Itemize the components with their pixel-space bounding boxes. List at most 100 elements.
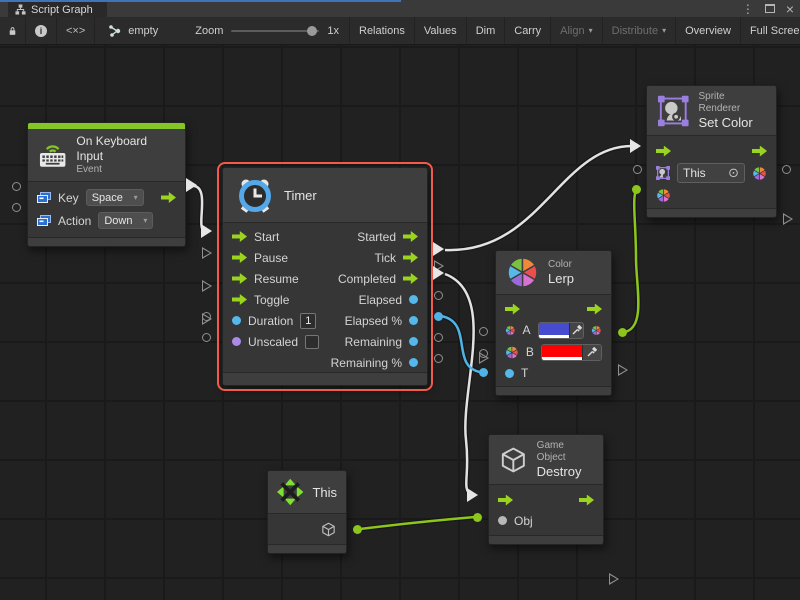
destroy-flow-in-arrow[interactable] — [498, 495, 513, 506]
carry-button[interactable]: Carry — [505, 17, 551, 44]
color-a-field[interactable] — [538, 322, 585, 339]
port-timer-duration-in[interactable] — [202, 312, 211, 321]
eyedropper-icon[interactable] — [569, 323, 584, 338]
port-timer-start-in[interactable] — [201, 224, 212, 238]
elapsed-port-dot[interactable] — [409, 295, 418, 304]
port-lerp-flow-out[interactable] — [618, 364, 628, 376]
port-action-default[interactable] — [12, 203, 21, 212]
node-destroy[interactable]: Game Object Destroy Obj — [488, 434, 604, 545]
port-timer-unscaled-in[interactable] — [202, 333, 211, 342]
kb-trigger-arrow[interactable] — [161, 192, 176, 203]
remaining-port-dot[interactable] — [409, 337, 418, 346]
fullscreen-button[interactable]: Full Screen — [741, 17, 800, 44]
tick-flow-arrow[interactable] — [403, 252, 418, 263]
setcolor-value-port[interactable] — [752, 166, 767, 181]
window-menu-icon[interactable]: ⋮ — [742, 2, 754, 16]
completed-flow-arrow[interactable] — [403, 273, 418, 284]
port-this-out[interactable] — [353, 525, 362, 534]
toggle-flow-arrow[interactable] — [232, 294, 247, 305]
port-setcolor-flow-in[interactable] — [630, 139, 641, 153]
duration-port-dot[interactable] — [232, 316, 241, 325]
color-b-swatch[interactable] — [542, 345, 582, 360]
color-input-port[interactable] — [656, 188, 671, 203]
port-timer-elapsed-out[interactable] — [434, 291, 443, 300]
node-header[interactable]: Sprite Renderer Set Color — [647, 86, 776, 136]
this-self-icon — [277, 478, 303, 506]
align-button[interactable]: Align▾ — [551, 17, 602, 44]
port-lerp-a-in[interactable] — [479, 327, 488, 336]
node-header[interactable]: This — [268, 471, 346, 514]
port-setcolor-flow-out[interactable] — [783, 213, 793, 225]
lerp-flow-in-arrow[interactable] — [505, 304, 520, 315]
target-field[interactable]: This ⊙ — [677, 163, 745, 183]
action-dropdown[interactable]: Down ▾ — [98, 212, 153, 229]
port-lerp-t-in[interactable] — [479, 368, 488, 377]
port-destroy-obj-in[interactable] — [473, 513, 482, 522]
node-set-color[interactable]: Sprite Renderer Set Color This ⊙ — [646, 85, 777, 218]
resume-flow-arrow[interactable] — [232, 273, 247, 284]
port-kb-trigger-out[interactable] — [186, 178, 197, 192]
port-setcolor-color-in[interactable] — [632, 185, 641, 194]
game-object-cube-icon — [499, 445, 528, 475]
start-flow-arrow[interactable] — [232, 231, 247, 242]
lerp-flow-out-arrow[interactable] — [587, 304, 602, 315]
node-header[interactable]: Timer — [223, 168, 427, 223]
overview-button[interactable]: Overview — [676, 17, 741, 44]
port-timer-remaining-out[interactable] — [434, 333, 443, 342]
lock-icon — [9, 25, 16, 37]
zoom-slider-handle[interactable] — [307, 26, 317, 36]
port-destroy-flow-out[interactable] — [609, 573, 619, 585]
color-a-swatch[interactable] — [539, 323, 569, 338]
port-timer-pause-in[interactable] — [202, 247, 212, 259]
obj-port-dot[interactable] — [498, 516, 507, 525]
key-dropdown[interactable]: Space ▾ — [86, 189, 144, 206]
port-setcolor-value-out[interactable] — [782, 165, 791, 174]
node-color-lerp[interactable]: Color Lerp A B T — [495, 250, 612, 396]
port-lerp-b-in[interactable] — [479, 349, 488, 358]
port-key-default[interactable] — [12, 182, 21, 191]
duration-label: Duration — [248, 314, 293, 328]
this-output-port[interactable] — [320, 521, 337, 538]
color-b-field[interactable] — [541, 344, 602, 361]
port-setcolor-target-in[interactable] — [633, 165, 642, 174]
lock-button[interactable] — [0, 17, 26, 44]
dim-button[interactable]: Dim — [467, 17, 506, 44]
tab-script-graph[interactable]: Script Graph — [8, 2, 107, 17]
node-timer[interactable]: Timer Start Pause Resume Toggle Duration… — [222, 167, 428, 386]
port-timer-tick-out[interactable] — [433, 242, 444, 256]
lerp-result-port[interactable] — [591, 323, 602, 338]
node-title: On Keyboard Input — [76, 134, 175, 164]
elapsed-pct-port-dot[interactable] — [409, 316, 418, 325]
node-on-keyboard-input[interactable]: On Keyboard Input Event Key Space ▾ A — [27, 122, 186, 247]
port-timer-completed-out[interactable] — [433, 266, 444, 280]
started-flow-arrow[interactable] — [403, 231, 418, 242]
port-timer-resume-in[interactable] — [202, 280, 212, 292]
code-toggle-button[interactable]: <×> — [57, 17, 95, 44]
destroy-flow-out-arrow[interactable] — [579, 495, 594, 506]
node-header[interactable]: On Keyboard Input Event — [28, 129, 185, 182]
values-button[interactable]: Values — [415, 17, 467, 44]
node-header[interactable]: Color Lerp — [496, 251, 611, 295]
port-timer-elapsedpct-out[interactable] — [434, 312, 443, 321]
eyedropper-icon[interactable] — [582, 345, 601, 360]
pause-flow-arrow[interactable] — [232, 252, 247, 263]
remaining-pct-port-dot[interactable] — [409, 358, 418, 367]
node-this[interactable]: This — [267, 470, 347, 554]
graph-breadcrumb[interactable]: empty — [95, 17, 167, 44]
relations-button[interactable]: Relations — [350, 17, 415, 44]
port-timer-remainingpct-out[interactable] — [434, 354, 443, 363]
setcolor-flow-in-arrow[interactable] — [656, 146, 671, 157]
unscaled-port-dot[interactable] — [232, 337, 241, 346]
distribute-button[interactable]: Distribute▾ — [603, 17, 676, 44]
window-close-icon[interactable]: × — [786, 1, 794, 17]
port-destroy-flow-in[interactable] — [467, 488, 478, 502]
object-picker-icon[interactable]: ⊙ — [728, 165, 739, 181]
zoom-slider[interactable] — [231, 30, 319, 32]
info-button[interactable]: i — [26, 17, 57, 44]
color-wheel-icon — [505, 323, 516, 338]
t-port-dot[interactable] — [505, 369, 514, 378]
port-lerp-result-out[interactable] — [618, 328, 627, 337]
node-header[interactable]: Game Object Destroy — [489, 435, 603, 485]
window-maximize-icon[interactable] — [765, 4, 775, 13]
setcolor-flow-out-arrow[interactable] — [752, 146, 767, 157]
